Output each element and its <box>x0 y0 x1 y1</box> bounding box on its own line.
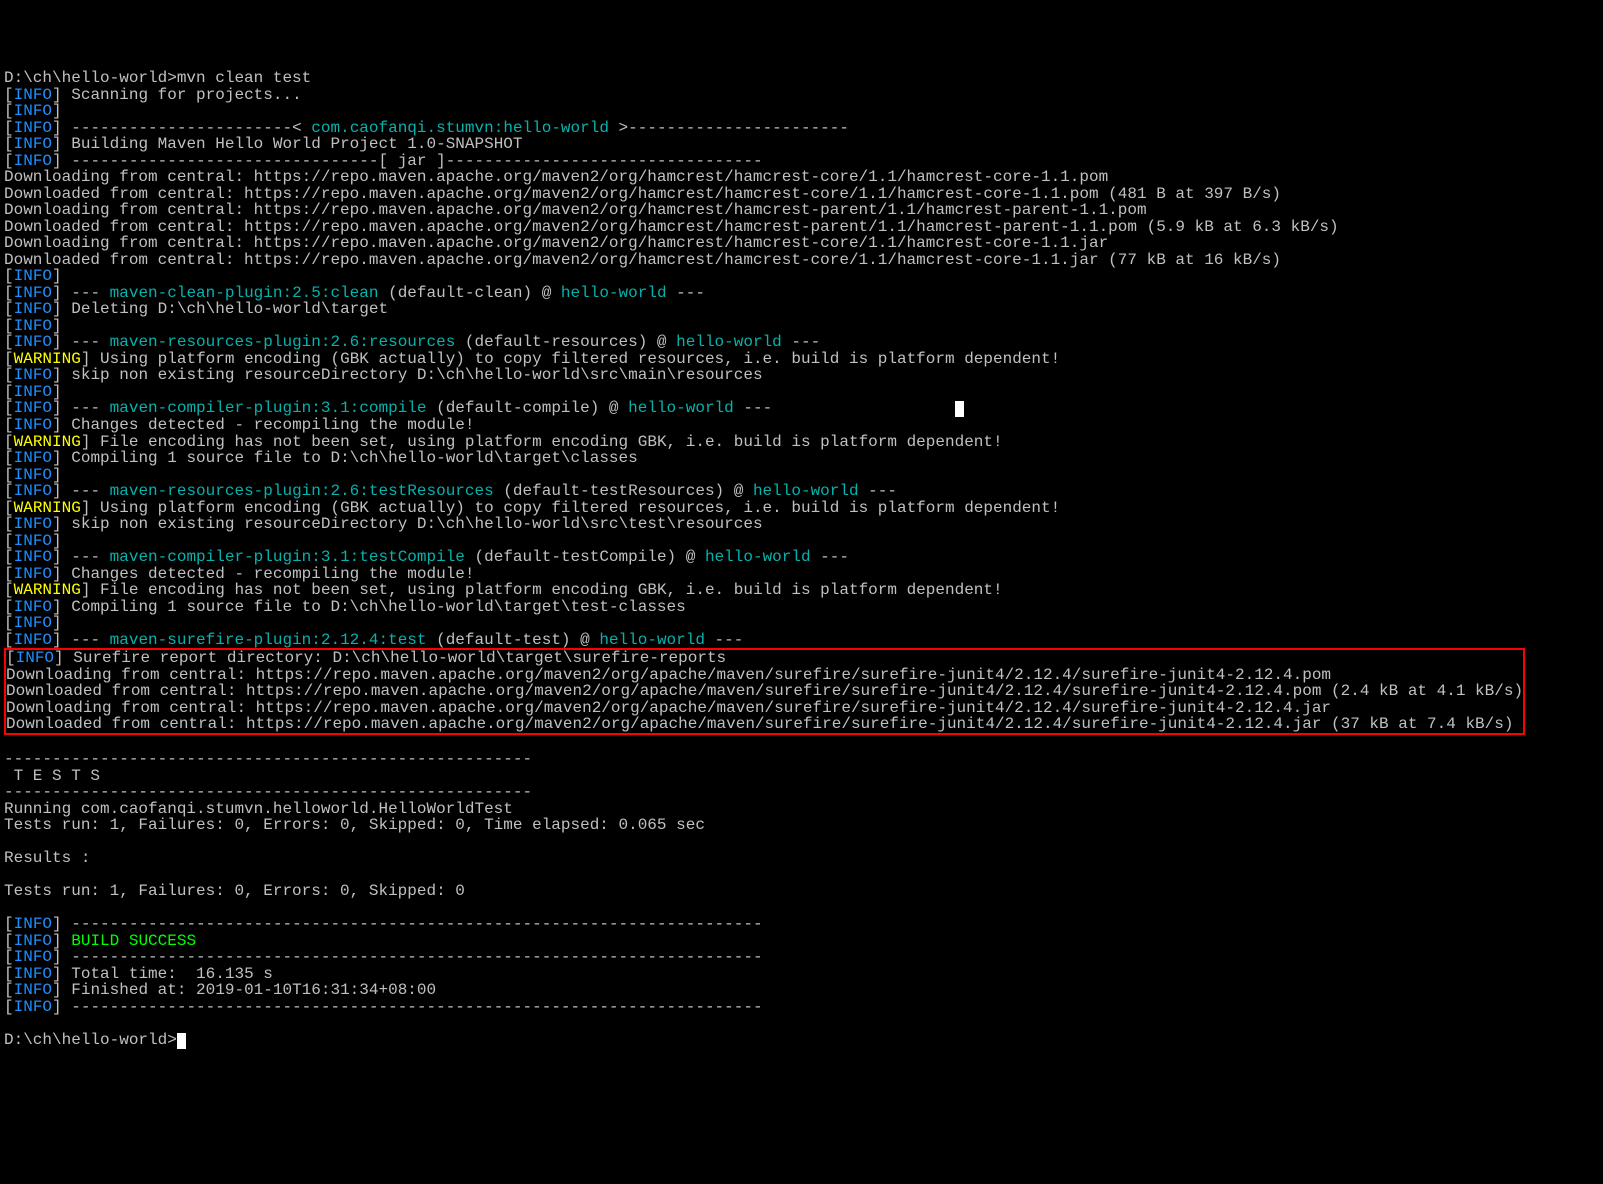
project-coord: com.caofanqi.stumvn:hello-world <box>311 119 609 137</box>
download-line: Downloading from central: https://repo.m… <box>4 169 1599 186</box>
plugin-name: maven-clean-plugin:2.5:clean <box>110 284 379 302</box>
warning-tag: WARNING <box>14 350 81 368</box>
text-cursor-icon <box>955 401 964 417</box>
tests-header: T E S T S <box>4 768 1599 785</box>
prompt: D:\ch\hello-world> <box>4 1031 177 1049</box>
download-line: Downloading from central: https://repo.m… <box>4 235 1599 252</box>
plugin-name: maven-resources-plugin:2.6:testResources <box>110 482 494 500</box>
download-line: Downloaded from central: https://repo.ma… <box>6 683 1523 700</box>
module-name: hello-world <box>561 284 667 302</box>
results-header: Results : <box>4 850 1599 867</box>
info-tag: INFO <box>14 86 52 104</box>
surefire-report-line: Surefire report directory: D:\ch\hello-w… <box>73 649 726 667</box>
download-line: Downloaded from central: https://repo.ma… <box>4 252 1599 269</box>
finished-at: Finished at: 2019-01-10T16:31:34+08:00 <box>71 981 436 999</box>
download-line: Downloaded from central: https://repo.ma… <box>4 219 1599 236</box>
highlighted-region: [INFO] Surefire report directory: D:\ch\… <box>4 648 1525 735</box>
prompt-cursor-icon <box>177 1033 186 1049</box>
deleting-line: Deleting D:\ch\hello-world\target <box>71 300 388 318</box>
plugin-name: maven-compiler-plugin:3.1:compile <box>110 399 427 417</box>
build-success: BUILD SUCCESS <box>71 932 196 950</box>
download-line: Downloading from central: https://repo.m… <box>4 202 1599 219</box>
download-line: Downloaded from central: https://repo.ma… <box>6 716 1523 733</box>
download-line: Downloaded from central: https://repo.ma… <box>4 186 1599 203</box>
prompt: D:\ch\hello-world> <box>4 69 177 87</box>
command: mvn clean test <box>177 69 311 87</box>
download-line: Downloading from central: https://repo.m… <box>6 700 1523 717</box>
terminal-output[interactable]: D:\ch\hello-world>mvn clean test[INFO] S… <box>4 70 1599 1049</box>
plugin-name: maven-resources-plugin:2.6:resources <box>110 333 456 351</box>
warning-text: Using platform encoding (GBK actually) t… <box>100 350 1060 368</box>
plugin-name: maven-compiler-plugin:3.1:testCompile <box>110 548 465 566</box>
plugin-name: maven-surefire-plugin:2.12.4:test <box>110 631 427 649</box>
log-text: Scanning for projects... <box>71 86 301 104</box>
download-line: Downloading from central: https://repo.m… <box>6 667 1523 684</box>
total-time: Total time: 16.135 s <box>71 965 273 983</box>
test-summary: Tests run: 1, Failures: 0, Errors: 0, Sk… <box>4 883 1599 900</box>
running-test: Running com.caofanqi.stumvn.helloworld.H… <box>4 801 1599 818</box>
test-result: Tests run: 1, Failures: 0, Errors: 0, Sk… <box>4 817 1599 834</box>
building-line: Building Maven Hello World Project 1.0-S… <box>71 135 522 153</box>
